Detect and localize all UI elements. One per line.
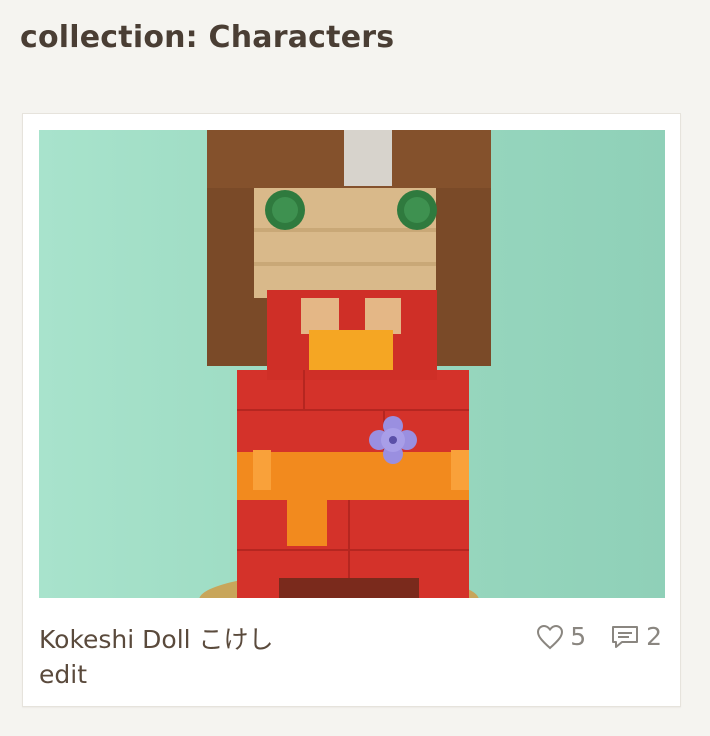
item-stats: 5 2 — [536, 622, 662, 651]
kokeshi-doll-image — [39, 130, 665, 598]
likes-count: 5 — [570, 622, 587, 651]
item-title[interactable]: Kokeshi Doll こけし — [39, 620, 274, 656]
comments-count: 2 — [646, 622, 662, 651]
likes-stat[interactable]: 5 — [536, 622, 586, 651]
item-photo[interactable] — [39, 130, 665, 598]
collection-card: Kokeshi Doll こけし edit 5 2 — [22, 113, 681, 707]
comments-stat[interactable]: 2 — [610, 622, 662, 651]
heart-icon — [537, 624, 564, 649]
comment-icon — [612, 625, 639, 648]
edit-link[interactable]: edit — [39, 660, 87, 689]
page-title: collection: Characters — [20, 20, 395, 55]
